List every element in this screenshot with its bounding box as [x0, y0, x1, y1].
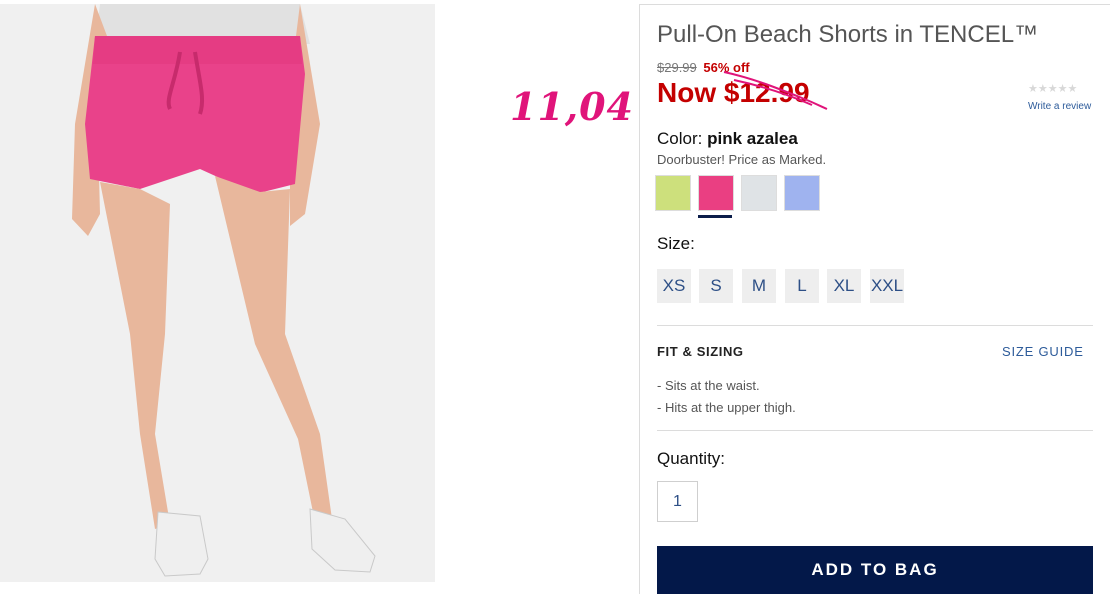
handwritten-price-annotation: 11,04	[510, 84, 634, 129]
color-label-row: Color: pink azalea	[657, 129, 798, 149]
color-label: Color:	[657, 129, 703, 148]
size-option-xl[interactable]: XL	[827, 269, 861, 303]
handwritten-strikethrough-mark	[723, 71, 828, 110]
doorbuster-note: Doorbuster! Price as Marked.	[657, 152, 827, 167]
divider	[657, 430, 1093, 431]
swatch-periwinkle[interactable]	[784, 175, 820, 211]
size-label: Size:	[657, 234, 695, 253]
rating-stars-icon: ★★★★★	[1028, 83, 1078, 95]
size-option-l[interactable]: L	[785, 269, 819, 303]
size-option-xxl[interactable]: XXL	[870, 269, 904, 303]
fit-bullet-list: - Sits at the waist. - Hits at the upper…	[657, 375, 796, 419]
size-option-s[interactable]: S	[699, 269, 733, 303]
selected-swatch-indicator	[698, 215, 732, 218]
product-title: Pull-On Beach Shorts in TENCEL™	[657, 21, 1039, 48]
swatch-pink-azalea[interactable]	[698, 175, 734, 211]
swatch-lime[interactable]	[655, 175, 691, 211]
add-to-bag-button[interactable]: ADD TO BAG	[657, 546, 1093, 594]
swatch-light-grey[interactable]	[741, 175, 777, 211]
selected-color-name: pink azalea	[707, 129, 798, 148]
quantity-input[interactable]	[657, 481, 698, 522]
list-item: - Sits at the waist.	[657, 378, 760, 393]
original-price: $29.99	[657, 60, 697, 75]
divider	[657, 325, 1093, 326]
product-photo-illustration	[0, 4, 435, 582]
size-guide-link[interactable]: SIZE GUIDE	[1002, 344, 1084, 359]
product-details-panel: Pull-On Beach Shorts in TENCEL™ $29.99 5…	[639, 4, 1110, 594]
size-option-xs[interactable]: XS	[657, 269, 691, 303]
size-option-m[interactable]: M	[742, 269, 776, 303]
quantity-label: Quantity:	[657, 449, 726, 468]
list-item: - Hits at the upper thigh.	[657, 400, 796, 415]
product-image[interactable]	[0, 4, 435, 582]
fit-sizing-heading: FIT & SIZING	[657, 344, 744, 359]
write-review-link[interactable]: Write a review	[1028, 101, 1091, 112]
